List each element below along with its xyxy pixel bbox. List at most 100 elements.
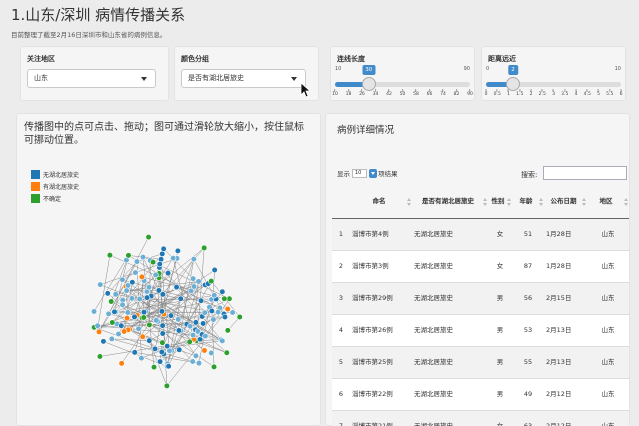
network-node[interactable]	[163, 382, 170, 389]
network-node[interactable]	[202, 332, 209, 340]
table-row[interactable]: 7 淄博市第21例 无湖北居旅史女 63 2月12日 山东	[332, 409, 629, 426]
network-node[interactable]	[208, 349, 215, 357]
network-node[interactable]	[90, 308, 98, 315]
network-node[interactable]	[158, 348, 165, 356]
network-node[interactable]	[112, 291, 119, 298]
network-node[interactable]	[159, 291, 166, 298]
network-node[interactable]	[120, 328, 128, 335]
network-node[interactable]	[124, 309, 131, 316]
network-node[interactable]	[132, 269, 139, 276]
table-row[interactable]: 1 淄博市第4例 无湖北居旅史女 51 1月28日 山东	[332, 217, 629, 250]
network-node[interactable]	[165, 363, 172, 370]
network-node[interactable]	[105, 310, 112, 318]
network-node[interactable]	[190, 275, 197, 282]
network-node[interactable]	[176, 346, 183, 353]
table-row[interactable]: 6 淄博市第22例 无湖北居旅史男 49 2月12日 山东	[332, 377, 629, 410]
network-node[interactable]	[135, 325, 142, 332]
network-node[interactable]	[201, 309, 208, 316]
table-row[interactable]: 3 淄博市第29例 无湖北居旅史男 56 2月15日 山东	[332, 281, 629, 314]
column-header-region[interactable]: 地区	[587, 186, 629, 219]
network-node[interactable]	[139, 254, 147, 261]
network-node[interactable]	[224, 327, 231, 334]
network-node[interactable]	[97, 281, 104, 288]
network-node[interactable]	[151, 345, 159, 352]
network-node[interactable]	[138, 273, 146, 281]
network-node[interactable]	[175, 316, 182, 323]
network-node[interactable]	[152, 271, 159, 279]
network-node[interactable]	[156, 358, 164, 365]
network-node[interactable]	[186, 323, 194, 330]
network-node[interactable]	[177, 295, 184, 302]
network-node[interactable]	[167, 312, 175, 319]
network-node[interactable]	[200, 320, 207, 327]
network-node[interactable]	[145, 284, 153, 291]
network-node[interactable]	[159, 322, 166, 329]
column-header-index[interactable]	[332, 186, 350, 219]
network-node[interactable]	[129, 279, 136, 286]
network-node[interactable]	[229, 309, 236, 316]
network-node[interactable]	[192, 352, 200, 359]
network-node[interactable]	[104, 290, 111, 297]
network-node[interactable]	[215, 309, 222, 316]
network-node[interactable]	[164, 343, 171, 350]
network-node[interactable]	[96, 353, 104, 360]
network-node[interactable]	[170, 255, 177, 262]
network-node[interactable]	[128, 295, 136, 302]
column-header-name[interactable]: 命名	[350, 186, 412, 219]
network-node[interactable]	[118, 360, 125, 367]
network-node[interactable]	[146, 321, 153, 328]
table-row[interactable]: 5 淄博市第25例 无湖北居旅史男 55 2月13日 山东	[332, 345, 629, 378]
chevron-down-icon[interactable]	[369, 168, 377, 178]
network-node[interactable]	[208, 307, 215, 315]
network-node[interactable]	[153, 317, 160, 324]
network-node[interactable]	[136, 295, 143, 303]
network-node[interactable]	[211, 266, 218, 274]
network-node[interactable]	[145, 234, 152, 241]
search-input[interactable]	[543, 166, 627, 180]
network-node[interactable]	[146, 337, 153, 344]
column-header-gender[interactable]: 性别	[488, 186, 512, 219]
network-node[interactable]	[123, 314, 131, 322]
network-node[interactable]	[189, 331, 197, 339]
column-header-age[interactable]: 年龄	[512, 186, 544, 219]
network-node[interactable]	[195, 278, 202, 285]
network-node[interactable]	[221, 313, 229, 321]
network-node[interactable]	[131, 349, 138, 356]
network-node[interactable]	[108, 298, 115, 305]
network-node[interactable]	[219, 337, 226, 344]
color-group-select[interactable]: 是否有湖北居旅史	[181, 69, 306, 88]
network-node[interactable]	[106, 252, 114, 259]
table-row[interactable]: 4 淄博市第26例 无湖北居旅史男 53 2月13日 山东	[332, 313, 629, 346]
network-node[interactable]	[115, 330, 122, 338]
column-header-hubei-history[interactable]: 是否有湖北居旅史	[412, 186, 488, 219]
network-node[interactable]	[189, 358, 196, 365]
region-select[interactable]: 山东	[27, 69, 156, 88]
network-node[interactable]	[190, 256, 197, 263]
network-node[interactable]	[95, 328, 103, 336]
network-node[interactable]	[143, 294, 151, 301]
network-node[interactable]	[159, 339, 166, 346]
network-node[interactable]	[211, 292, 218, 299]
column-header-date[interactable]: 公布日期	[544, 186, 587, 219]
network-node[interactable]	[201, 347, 208, 354]
network-node[interactable]	[159, 330, 166, 337]
network-node[interactable]	[221, 295, 228, 302]
network-node[interactable]	[190, 283, 198, 290]
network-node[interactable]	[173, 284, 180, 291]
network-node[interactable]	[149, 259, 157, 266]
network-node[interactable]	[224, 305, 231, 313]
network-node[interactable]	[123, 287, 130, 294]
network-node[interactable]	[164, 269, 172, 277]
network-node[interactable]	[94, 322, 101, 329]
network-node[interactable]	[208, 277, 215, 285]
network-node[interactable]	[138, 355, 145, 362]
network-node[interactable]	[109, 319, 116, 326]
network-node[interactable]	[219, 288, 226, 295]
transmission-network-graph[interactable]	[77, 226, 247, 396]
network-node[interactable]	[140, 314, 147, 321]
network-node[interactable]	[158, 308, 166, 315]
network-node[interactable]	[119, 301, 126, 308]
network-node[interactable]	[210, 363, 218, 370]
table-row[interactable]: 2 淄博市第3例 无湖北居旅史女 87 1月28日 山东	[332, 249, 629, 282]
network-node[interactable]	[174, 247, 181, 255]
